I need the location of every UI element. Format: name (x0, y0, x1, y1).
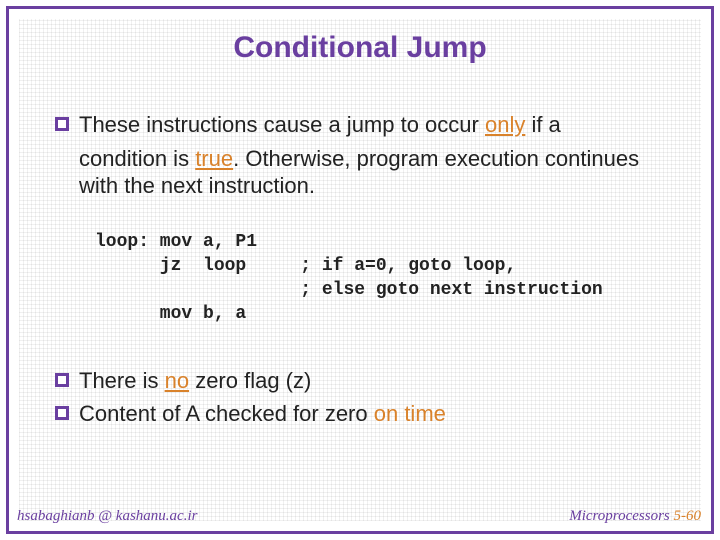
bullet-2-b: zero flag (z) (189, 368, 311, 393)
bullet-square-icon (55, 117, 69, 131)
code-line-1: loop: mov a, P1 (95, 232, 257, 252)
bullet-3-text: Content of A checked for zero on time (79, 400, 446, 428)
bullet-1-true: true (195, 146, 233, 171)
footer-right: Microprocessors 5-60 (569, 508, 701, 525)
bullet-1-text: These instructions cause a jump to occur… (79, 111, 561, 139)
bullet-3-ontime: on time (374, 401, 446, 426)
footer: hsabaghianb @ kashanu.ac.ir Microprocess… (17, 508, 701, 525)
bullet-1: These instructions cause a jump to occur… (55, 111, 665, 139)
bullet-2-no: no (165, 368, 189, 393)
code-line-4: mov b, a (95, 304, 246, 324)
bullet-3: Content of A checked for zero on time (55, 400, 665, 428)
bullet-1-b: if a (525, 112, 560, 137)
bullet-1-cont-a: condition is (79, 146, 195, 171)
code-line-2: jz loop ; if a=0, goto loop, (95, 256, 516, 276)
bullet-2: There is no zero flag (z) (55, 367, 665, 395)
bullet-1-only: only (485, 112, 525, 137)
footer-left: hsabaghianb @ kashanu.ac.ir (17, 508, 197, 525)
footer-right-a: Microprocessors (569, 508, 673, 524)
bullet-3-a: Content of A checked for zero (79, 401, 374, 426)
slide-title: Conditional Jump (55, 31, 665, 65)
slide-content-area: Conditional Jump These instructions caus… (19, 19, 701, 521)
bullet-square-icon (55, 406, 69, 420)
bullet-1-continuation: condition is true. Otherwise, program ex… (79, 145, 665, 200)
slide-outer-border: Conditional Jump These instructions caus… (6, 6, 714, 534)
code-block: loop: mov a, P1 jz loop ; if a=0, goto l… (95, 230, 665, 327)
bullet-2-text: There is no zero flag (z) (79, 367, 311, 395)
bullet-2-a: There is (79, 368, 165, 393)
footer-right-b: 5-60 (674, 508, 702, 524)
code-line-3: ; else goto next instruction (95, 280, 603, 300)
bullet-square-icon (55, 373, 69, 387)
bullet-1-a: These instructions cause a jump to occur (79, 112, 485, 137)
